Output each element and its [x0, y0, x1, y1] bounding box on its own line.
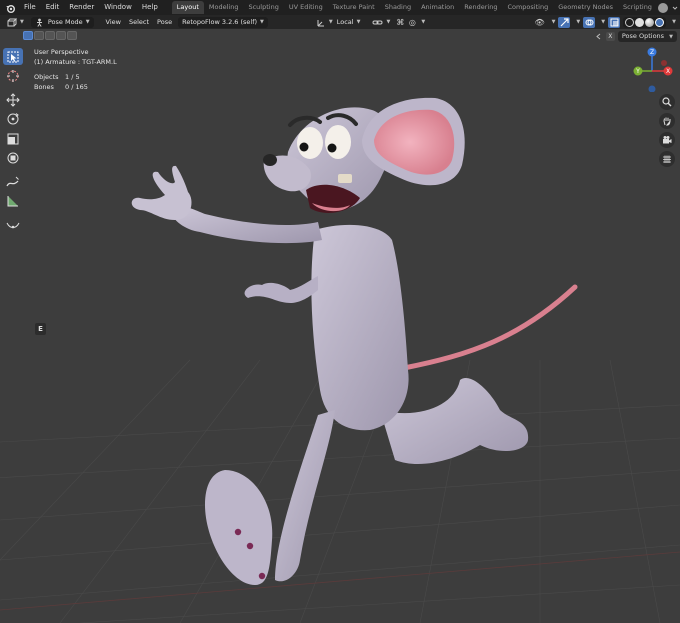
menu-render[interactable]: Render [64, 0, 99, 15]
tab-sculpting[interactable]: Sculpting [243, 1, 283, 14]
mouse-foot [205, 470, 273, 585]
pivot-point-dropdown[interactable]: ▼ [368, 17, 394, 28]
menu-edit[interactable]: Edit [41, 0, 65, 15]
overlay-circles-icon [585, 19, 594, 25]
gizmo-neg-x-handle[interactable] [661, 60, 667, 66]
wireframe-shading-icon[interactable] [625, 17, 635, 27]
chevron-down-icon: ▼ [386, 19, 391, 25]
mouse-front-leg [275, 410, 335, 582]
retopoflow-label: RetopoFlow 3.2.6 (self) [182, 18, 258, 26]
pan-hand-icon[interactable] [659, 113, 675, 129]
chevron-down-icon: ▼ [601, 19, 606, 25]
foot-pad [258, 572, 266, 580]
foot-pad [246, 542, 254, 550]
navigation-gizmo[interactable]: Z Y X [630, 46, 674, 92]
x-axis-line [0, 551, 680, 611]
material-shading-icon[interactable] [645, 17, 655, 27]
pose-mode-icon [36, 18, 42, 27]
proportional-edit-icon[interactable]: ◎ [406, 17, 418, 28]
foot-pad [234, 528, 242, 536]
mouse-near-arm [170, 205, 322, 244]
menu-file[interactable]: File [19, 0, 41, 15]
chevron-down-icon: ▼ [20, 19, 24, 25]
pupil-left [299, 142, 309, 152]
solid-shading-icon[interactable] [635, 17, 645, 27]
orientation-label: Local [336, 18, 354, 26]
gizmo-toggle-icon[interactable] [558, 16, 571, 28]
tab-rendering[interactable]: Rendering [459, 1, 502, 14]
rendered-shading-icon[interactable] [655, 17, 665, 27]
mouse-torso [311, 224, 409, 431]
transform-orientation-dropdown[interactable]: ▼ Local ▼ [312, 17, 365, 28]
gizmo-neg-z-handle[interactable] [648, 85, 656, 93]
scene-controls [658, 0, 678, 15]
mouse-character[interactable] [131, 97, 578, 585]
viewport-editor-icon [7, 18, 17, 26]
chevron-down-icon: ▼ [576, 19, 581, 25]
mode-label: Pose Mode [47, 18, 83, 26]
blender-logo-icon[interactable] [5, 3, 15, 13]
menu-view[interactable]: View [102, 17, 125, 28]
chevron-down-icon: ▼ [356, 19, 361, 25]
scene-selector-icon[interactable] [658, 2, 668, 13]
mouse-tail [401, 284, 578, 371]
tab-animation[interactable]: Animation [416, 1, 459, 14]
shading-mode-group [623, 16, 667, 28]
mouse-far-arm [244, 276, 318, 303]
chevron-down-icon: ▼ [421, 19, 426, 25]
tab-compositing[interactable]: Compositing [502, 1, 553, 14]
chevron-down-icon[interactable] [672, 5, 678, 11]
xray-toggle-icon[interactable] [608, 16, 621, 28]
mouse-nose [263, 154, 277, 166]
editor-type-button[interactable]: ▼ [3, 17, 28, 28]
tab-modeling[interactable]: Modeling [204, 1, 244, 14]
viewport-3d-scene[interactable] [0, 29, 680, 623]
tab-shading[interactable]: Shading [380, 1, 416, 14]
navigation-buttons [659, 94, 675, 167]
ortho-grid-icon[interactable] [659, 151, 675, 167]
overlays-toggle-icon[interactable] [583, 16, 596, 28]
pupil-right [327, 143, 337, 153]
mouse-eye-left [297, 127, 323, 159]
retopoflow-dropdown[interactable]: RetopoFlow 3.2.6 (self) ▼ [178, 16, 268, 28]
mouse-teeth [338, 174, 352, 183]
visibility-eye-icon[interactable]: 👁 [534, 17, 546, 28]
menu-help[interactable]: Help [137, 0, 163, 15]
snap-icon[interactable]: ⌘ [394, 17, 406, 28]
link-icon [372, 20, 383, 24]
gizmo-y-label: Y [635, 68, 640, 75]
gizmo-x-label: X [666, 68, 670, 75]
chevron-down-icon: ▼ [328, 19, 333, 25]
menu-window[interactable]: Window [99, 0, 137, 15]
menu-pose[interactable]: Pose [153, 17, 176, 28]
viewport-header: ▼ Pose Mode ▼ View Select Pose RetopoFlo… [0, 15, 680, 29]
zoom-icon[interactable] [659, 94, 675, 110]
tab-geometry-nodes[interactable]: Geometry Nodes [553, 1, 618, 14]
menu-select[interactable]: Select [125, 17, 153, 28]
chevron-down-icon: ▼ [85, 19, 90, 25]
gizmo-z-label: Z [650, 49, 654, 56]
mode-dropdown[interactable]: Pose Mode ▼ [30, 16, 94, 28]
mouse-hand [131, 165, 192, 220]
camera-view-icon[interactable] [659, 132, 675, 148]
tab-texture-paint[interactable]: Texture Paint [328, 1, 380, 14]
workspace-tabs: Layout Modeling Sculpting UV Editing Tex… [171, 0, 673, 15]
mouse-eye-right [325, 125, 351, 159]
orientation-axes-icon [317, 19, 324, 26]
chevron-down-icon: ▼ [551, 19, 556, 25]
chevron-down-icon: ▼ [672, 19, 676, 25]
top-menu-bar: File Edit Render Window Help Layout Mode… [0, 0, 680, 15]
chevron-down-icon: ▼ [260, 19, 264, 25]
xray-square-icon [610, 18, 619, 26]
gizmo-arrow-icon [560, 17, 569, 26]
tab-uv-editing[interactable]: UV Editing [284, 1, 328, 14]
tab-scripting[interactable]: Scripting [618, 1, 657, 14]
tab-layout[interactable]: Layout [171, 1, 204, 14]
